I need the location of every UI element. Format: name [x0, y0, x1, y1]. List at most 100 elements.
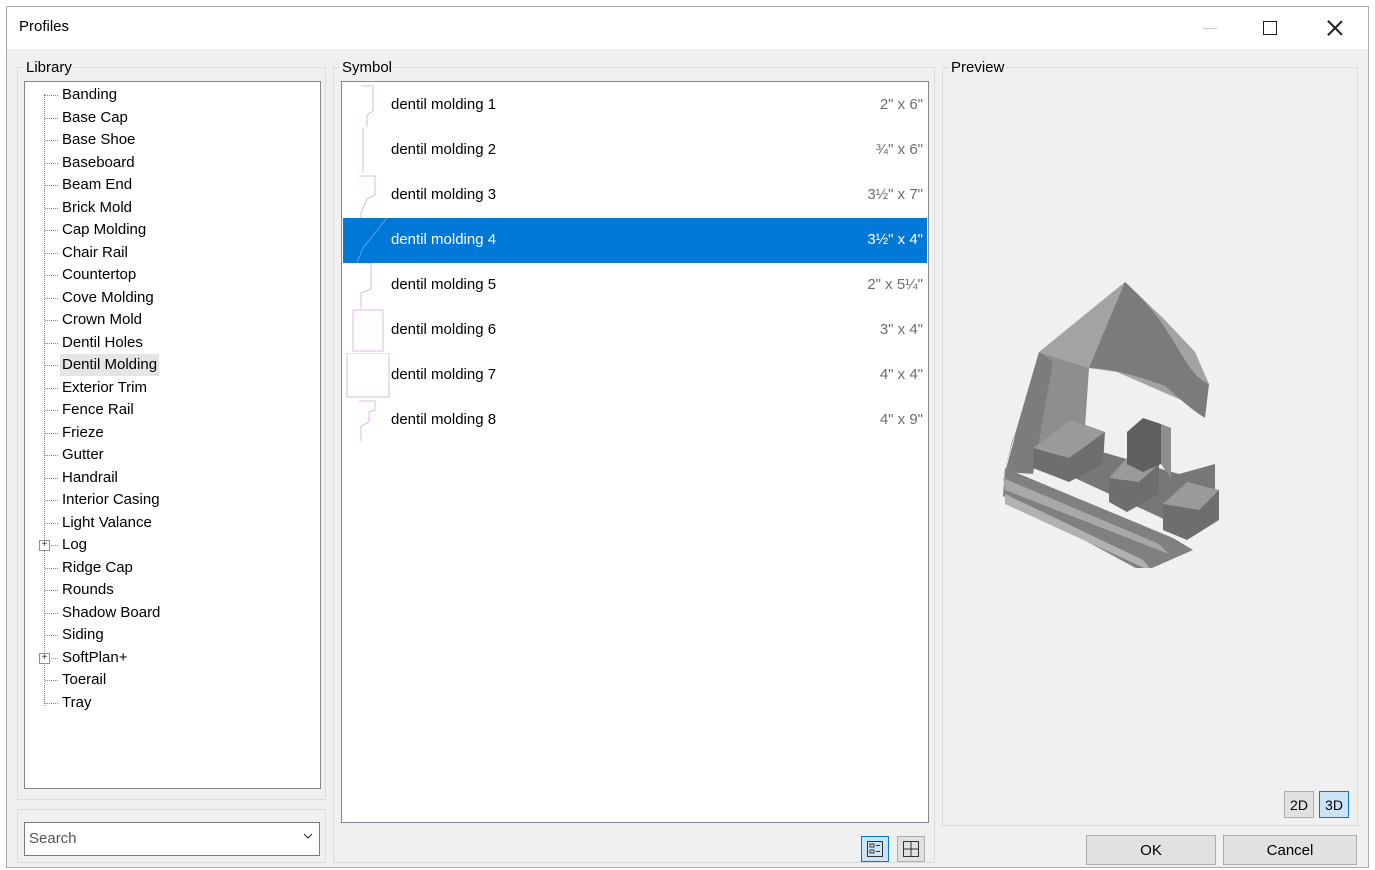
tree-item-label: Frieze — [62, 423, 104, 441]
tree-item[interactable]: Cove Molding — [25, 287, 320, 310]
tree-item[interactable]: Beam End — [25, 174, 320, 197]
symbol-name: dentil molding 7 — [391, 366, 497, 383]
tree-connector — [45, 185, 58, 186]
symbol-name: dentil molding 4 — [391, 231, 497, 248]
tree-connector — [45, 567, 58, 569]
title-bar: Profiles — [7, 7, 1368, 49]
tree-item[interactable]: + Log — [25, 534, 320, 557]
search-combobox[interactable] — [24, 822, 320, 856]
tree-connector — [45, 365, 58, 366]
tree-item[interactable]: Rounds — [25, 579, 320, 602]
tree-item[interactable]: Chair Rail — [25, 242, 320, 265]
profile-thumbnail-icon — [362, 128, 364, 173]
symbol-row[interactable]: dentil molding 8 4" x 9" — [343, 398, 927, 443]
tree-connector — [45, 432, 58, 434]
close-button[interactable] — [1312, 7, 1358, 49]
symbol-group-label: Symbol — [340, 59, 395, 76]
search-input[interactable] — [27, 825, 277, 851]
symbol-group: Symbol dentil molding 1 2" x 6" dentil mol… — [333, 59, 935, 863]
tree-item[interactable]: Base Cap — [25, 107, 320, 130]
symbol-row[interactable]: dentil molding 6 3" x 4" — [343, 308, 927, 353]
symbol-size: 4" x 4" — [879, 366, 923, 383]
tree-item-label: Countertop — [62, 266, 137, 283]
tree-connector — [45, 297, 58, 299]
symbol-row[interactable]: dentil molding 3 3½" x 7" — [343, 173, 927, 218]
symbol-row[interactable]: dentil molding 2 ¾" x 6" — [343, 128, 927, 173]
preview-3d-model — [1003, 282, 1219, 568]
tree-item-label: SoftPlan+ — [62, 648, 128, 666]
ok-button[interactable]: OK — [1086, 835, 1216, 865]
tree-item-label: Chair Rail — [62, 243, 128, 261]
tree-item[interactable]: Crown Mold — [25, 309, 320, 332]
symbol-name: dentil molding 3 — [391, 186, 497, 203]
tree-connector — [45, 590, 58, 591]
list-view-button[interactable] — [861, 836, 889, 862]
tree-item[interactable]: Gutter — [25, 444, 320, 467]
tree-item[interactable]: Baseboard — [25, 152, 320, 175]
chevron-down-icon[interactable] — [303, 831, 313, 841]
tree-item[interactable]: Handrail — [25, 467, 320, 490]
close-icon — [1327, 20, 1343, 36]
tree-item-label: Crown Mold — [62, 311, 143, 328]
minimize-icon — [1203, 27, 1217, 29]
tree-item[interactable]: Banding — [25, 84, 320, 107]
symbol-row[interactable]: dentil molding 1 2" x 6" — [343, 83, 927, 128]
tree-item[interactable]: Tray — [25, 692, 320, 715]
symbol-row[interactable]: dentil molding 4 3½" x 4" — [343, 218, 927, 263]
tree-item-label: Light Valance — [62, 513, 152, 531]
maximize-button[interactable] — [1247, 7, 1293, 49]
symbol-row[interactable]: dentil molding 5 2" x 5¼" — [343, 263, 927, 308]
library-tree[interactable]: Banding Base Cap Base Shoe Baseboard Beam En… — [24, 81, 321, 789]
window-title: Profiles — [19, 18, 70, 35]
symbol-row[interactable]: dentil molding 7 4" x 4" — [343, 353, 927, 398]
tree-item[interactable]: Base Shoe — [25, 129, 320, 152]
tree-item[interactable]: Toerail — [25, 669, 320, 692]
tree-item[interactable]: Shadow Board — [25, 602, 320, 625]
library-tree-rows: Banding Base Cap Base Shoe Baseboard Beam En… — [25, 84, 320, 714]
tree-item[interactable]: Fence Rail — [25, 399, 320, 422]
tree-connector — [45, 410, 58, 411]
tree-connector — [45, 477, 58, 479]
tree-item[interactable]: Light Valance — [25, 512, 320, 535]
tree-item[interactable]: Brick Mold — [25, 197, 320, 220]
tree-item-label: Interior Casing — [62, 491, 160, 508]
cancel-button[interactable]: Cancel — [1223, 835, 1357, 865]
tree-item[interactable]: Siding — [25, 624, 320, 647]
tree-connector — [45, 635, 58, 636]
profile-thumbnail-icon — [359, 400, 376, 441]
tree-item-label: Cap Molding — [62, 221, 147, 238]
tree-connector — [45, 140, 58, 141]
tree-item-label: Beam End — [62, 176, 133, 193]
symbol-size: 3½" x 4" — [867, 231, 923, 248]
preview-2d-button[interactable]: 2D — [1284, 791, 1314, 818]
grid-view-button[interactable] — [897, 836, 925, 862]
tree-item-label: Dentil Molding — [60, 354, 160, 376]
tree-connector — [45, 455, 58, 456]
tree-item[interactable]: + SoftPlan+ — [25, 647, 320, 670]
profile-thumbnail-icon — [361, 85, 374, 127]
tree-item[interactable]: Ridge Cap — [25, 557, 320, 580]
library-group-label: Library — [24, 59, 74, 76]
tree-item-label: Fence Rail — [62, 401, 134, 418]
tree-item[interactable]: Cap Molding — [25, 219, 320, 242]
symbol-list[interactable]: dentil molding 1 2" x 6" dentil molding 2 ¾… — [341, 81, 929, 823]
profile-thumbnail-icon — [356, 218, 388, 263]
tree-item[interactable]: Exterior Trim — [25, 377, 320, 400]
profile-thumbnail-icon — [346, 353, 390, 398]
profile-thumbnail-icon — [359, 263, 372, 308]
tree-item[interactable]: Countertop — [25, 264, 320, 287]
tree-item[interactable]: Frieze — [25, 422, 320, 445]
tree-item[interactable]: Interior Casing — [25, 489, 320, 512]
symbol-name: dentil molding 1 — [391, 96, 497, 113]
tree-item-label: Handrail — [62, 468, 118, 486]
tree-item-label: Rounds — [62, 581, 114, 598]
expand-plus-icon[interactable]: + — [39, 540, 50, 551]
preview-3d-button[interactable]: 3D — [1319, 791, 1349, 818]
symbol-name: dentil molding 5 — [391, 276, 497, 293]
tree-item-label: Shadow Board — [62, 603, 161, 621]
tree-item[interactable]: Dentil Molding — [25, 354, 320, 377]
tree-item[interactable]: Dentil Holes — [25, 332, 320, 355]
minimize-button[interactable] — [1187, 7, 1233, 49]
expand-plus-icon[interactable]: + — [39, 652, 50, 664]
tree-connector — [45, 230, 58, 231]
